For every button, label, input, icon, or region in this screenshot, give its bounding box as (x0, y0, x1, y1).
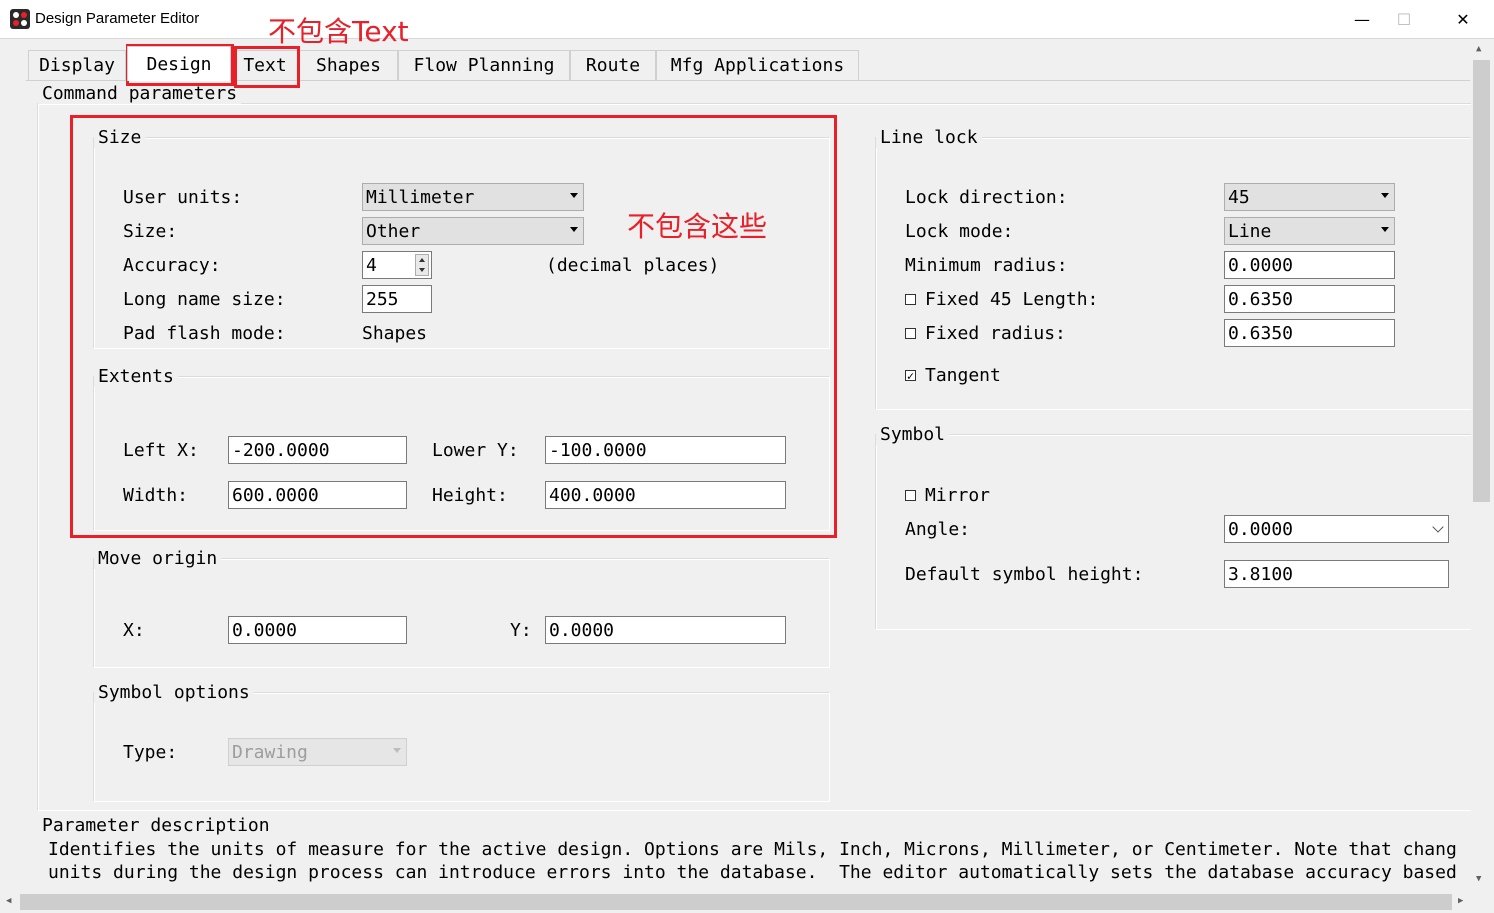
origin-y-input[interactable]: 0.0000 (545, 616, 786, 644)
parameter-description-line2: units during the design process can intr… (48, 862, 1457, 883)
tab-mfg-applications[interactable]: Mfg Applications (656, 50, 859, 80)
chevron-down-icon (1432, 521, 1444, 533)
lock-mode-select[interactable]: Line (1224, 217, 1395, 245)
scroll-right-icon[interactable]: ▶ (1458, 896, 1463, 906)
minimum-radius-label: Minimum radius: (905, 255, 1068, 276)
tab-flow-planning[interactable]: Flow Planning (398, 50, 570, 80)
default-symbol-height-label: Default symbol height: (905, 564, 1144, 585)
scroll-up-icon[interactable]: ▲ (1476, 44, 1481, 54)
parameter-description-label: Parameter description (42, 815, 270, 836)
scroll-left-icon[interactable]: ◀ (6, 896, 11, 906)
close-button[interactable]: ✕ (1440, 0, 1486, 38)
move-origin-group (93, 558, 830, 668)
window-title: Design Parameter Editor (35, 10, 200, 27)
fixed-45-length-checkbox[interactable] (905, 294, 916, 305)
minimum-radius-input[interactable]: 0.0000 (1224, 251, 1395, 279)
type-select[interactable]: Drawing (228, 738, 407, 766)
lock-mode-label: Lock mode: (905, 221, 1014, 242)
tangent-checkbox[interactable]: ✓ (905, 368, 916, 383)
origin-y-label: Y: (510, 620, 532, 641)
dropdown-arrow-icon (1381, 193, 1389, 198)
checkmark-icon: ✓ (906, 368, 915, 383)
type-value: Drawing (232, 741, 308, 763)
scroll-down-icon[interactable]: ▼ (1476, 874, 1481, 884)
symbol-legend: Symbol (876, 424, 950, 445)
angle-select[interactable]: 0.0000 (1224, 515, 1449, 543)
angle-value: 0.0000 (1228, 518, 1294, 540)
origin-x-input[interactable]: 0.0000 (228, 616, 407, 644)
maximize-button[interactable]: ☐ (1381, 0, 1427, 38)
tab-route[interactable]: Route (570, 50, 656, 80)
tangent-label: Tangent (925, 365, 1001, 386)
mirror-label: Mirror (925, 485, 991, 506)
default-symbol-height-input[interactable]: 3.8100 (1224, 560, 1449, 588)
lock-direction-value: 45 (1228, 186, 1250, 208)
vertical-scrollbar-thumb[interactable] (1473, 60, 1490, 502)
symbol-options-legend: Symbol options (94, 682, 254, 703)
tab-design[interactable]: Design (127, 46, 231, 81)
annotation-size-note: 不包含这些 (627, 210, 768, 243)
title-bar (0, 0, 1494, 39)
lock-direction-label: Lock direction: (905, 187, 1068, 208)
fixed-45-length-input[interactable]: 0.6350 (1224, 285, 1395, 313)
type-label: Type: (123, 742, 178, 763)
parameter-description-box: Identifies the units of measure for the … (37, 836, 1471, 891)
fixed-radius-input[interactable]: 0.6350 (1224, 319, 1395, 347)
horizontal-scrollbar-thumb[interactable] (20, 894, 1452, 910)
angle-label: Angle: (905, 519, 971, 540)
lock-direction-select[interactable]: 45 (1224, 183, 1395, 211)
app-icon (10, 9, 30, 29)
origin-x-label: X: (123, 620, 145, 641)
fixed-radius-label: Fixed radius: (925, 323, 1066, 344)
line-lock-legend: Line lock (876, 127, 982, 148)
annotation-box-size-extents (70, 115, 837, 538)
tab-shapes[interactable]: Shapes (299, 50, 398, 80)
fixed-45-length-label: Fixed 45 Length: (925, 289, 1099, 310)
dropdown-arrow-icon (1381, 227, 1389, 232)
parameter-description-line1: Identifies the units of measure for the … (48, 839, 1457, 860)
symbol-options-group (93, 692, 830, 802)
lock-mode-value: Line (1228, 220, 1272, 242)
dropdown-arrow-icon (393, 748, 401, 753)
tab-display[interactable]: Display (28, 50, 126, 80)
annotation-text-note: 不包含Text (268, 15, 409, 48)
annotation-box-text-tab (234, 46, 300, 88)
command-parameters-label: Command parameters (38, 83, 242, 104)
move-origin-legend: Move origin (94, 548, 222, 569)
minimize-button[interactable]: — (1339, 0, 1385, 38)
mirror-checkbox[interactable] (905, 490, 916, 501)
fixed-radius-checkbox[interactable] (905, 328, 916, 339)
